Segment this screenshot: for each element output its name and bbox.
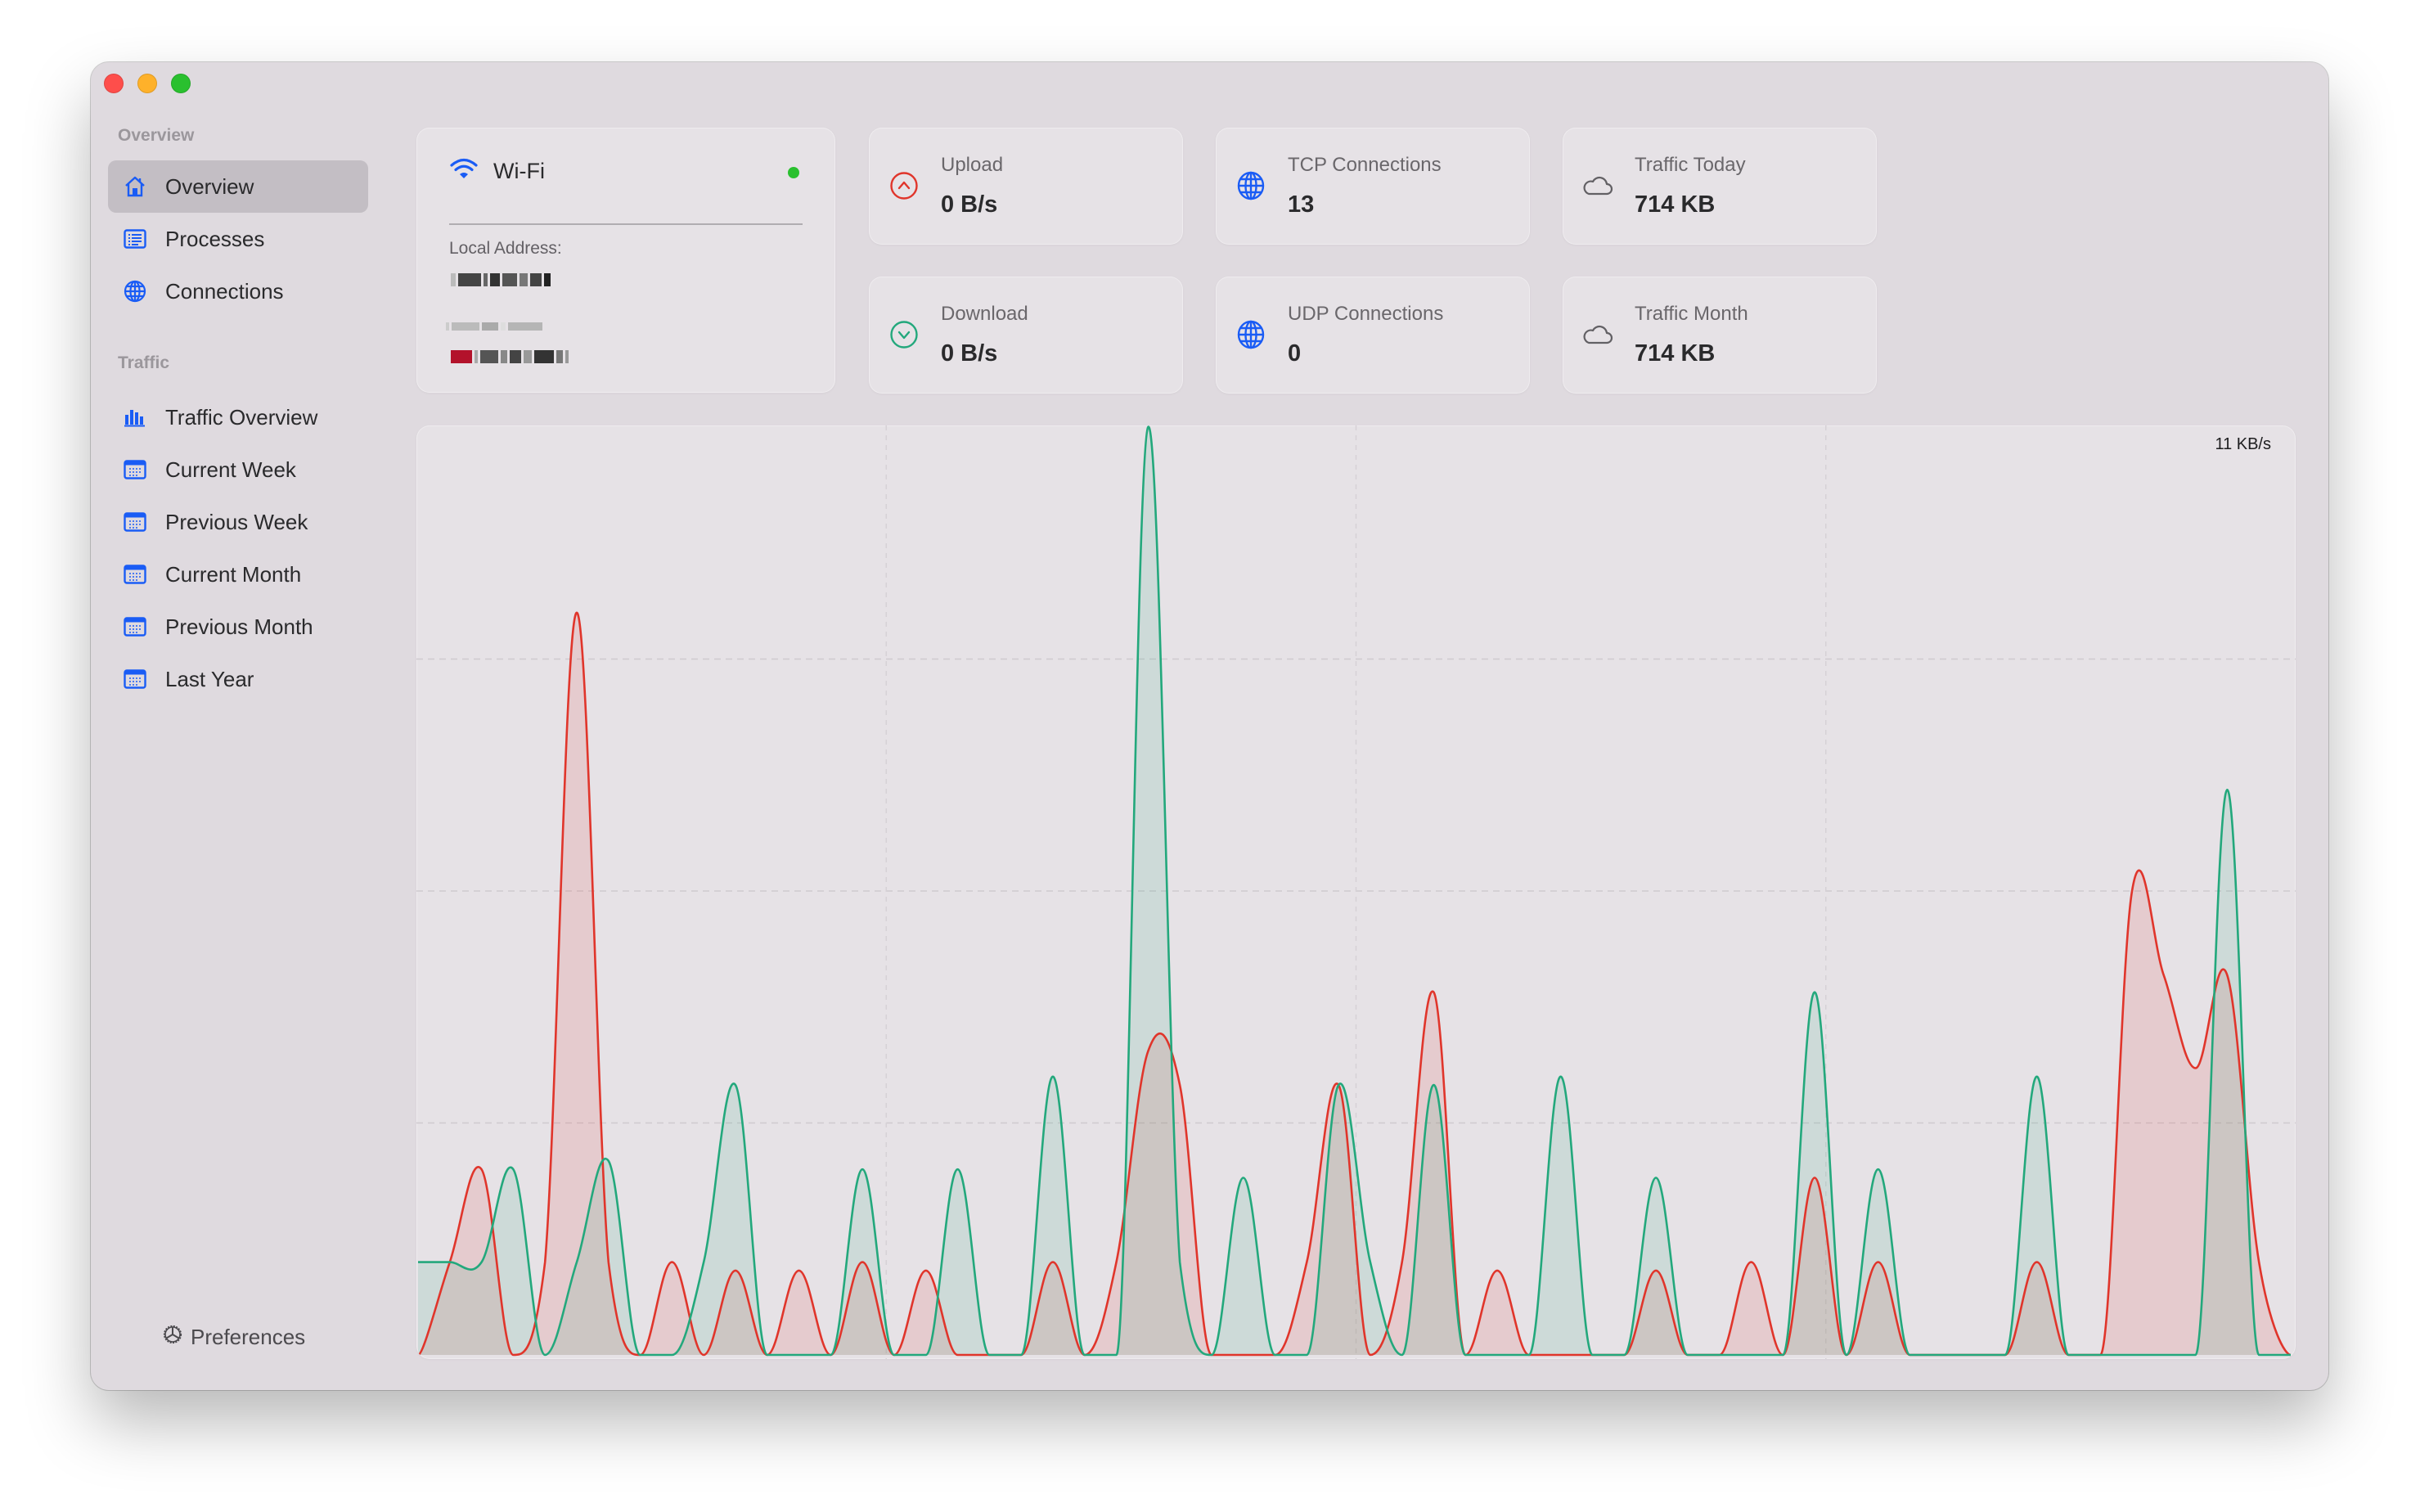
sidebar-item-label: Current Month [165,561,302,587]
arrow-down-circle-icon [888,319,920,350]
calendar-icon [123,614,147,639]
preferences-button[interactable]: Preferences [161,1323,305,1352]
connection-status-indicator [788,167,799,178]
app-window: Overview Overview Processes Connections … [91,62,2328,1390]
interface-name: Wi-Fi [493,159,545,183]
calendar-icon [123,457,147,482]
traffic-month-title: Traffic Month [1635,303,1748,325]
upload-value: 0 B/s [941,191,998,218]
globe-icon [1235,319,1266,350]
sidebar-item-previous-week[interactable]: Previous Week [108,496,368,548]
sidebar-item-last-year[interactable]: Last Year [108,653,368,705]
download-title: Download [941,303,1028,325]
sidebar-section-traffic: Traffic [118,353,170,372]
sidebar-item-label: Traffic Overview [165,404,318,430]
arrow-up-circle-icon [888,170,920,201]
udp-connections-title: UDP Connections [1288,303,1444,325]
sidebar-item-current-week[interactable]: Current Week [108,443,368,496]
sidebar-item-label: Current Week [165,457,296,482]
interface-card: Wi-Fi Local Address: [416,128,835,393]
traffic-chart-svg [416,425,2296,1359]
sidebar: Overview Overview Processes Connections … [91,62,394,1390]
sidebar-item-label: Last Year [165,666,254,691]
tcp-connections-card: TCP Connections 13 [1216,128,1530,245]
sidebar-item-traffic-overview[interactable]: Traffic Overview [108,391,368,443]
traffic-month-card: Traffic Month 714 KB [1563,277,1877,394]
list-icon [123,227,147,251]
sidebar-item-connections[interactable]: Connections [108,265,368,317]
tcp-connections-title: TCP Connections [1288,154,1442,176]
local-address-value-redacted [451,273,551,286]
traffic-today-value: 714 KB [1635,191,1716,218]
calendar-icon [123,667,147,691]
sidebar-item-previous-month[interactable]: Previous Month [108,601,368,653]
gear-icon [161,1323,184,1352]
preferences-label: Preferences [191,1325,306,1349]
calendar-icon [123,510,147,534]
traffic-today-card: Traffic Today 714 KB [1563,128,1877,245]
wifi-icon [449,157,479,186]
secondary-label-redacted [446,322,542,331]
traffic-month-value: 714 KB [1635,340,1716,367]
sidebar-item-processes[interactable]: Processes [108,213,368,265]
sidebar-section-overview: Overview [118,126,195,145]
upload-card: Upload 0 B/s [869,128,1183,245]
tcp-connections-value: 13 [1288,191,1315,218]
sidebar-item-overview[interactable]: Overview [108,160,368,213]
chart-max-label: 11 KB/s [2215,435,2271,453]
calendar-icon [123,562,147,587]
globe-icon [1235,170,1266,201]
divider [449,223,803,225]
sidebar-item-label: Overview [165,173,254,199]
udp-connections-value: 0 [1288,340,1302,367]
bar-chart-icon [123,405,147,430]
sidebar-item-label: Previous Month [165,614,313,639]
cloud-icon [1582,319,1613,350]
upload-title: Upload [941,154,1004,176]
secondary-address-value-redacted [451,350,569,363]
cloud-icon [1582,170,1613,201]
sidebar-item-current-month[interactable]: Current Month [108,548,368,601]
local-address-label: Local Address: [449,239,562,258]
traffic-chart: 11 KB/s [416,425,2296,1359]
sidebar-item-label: Processes [165,226,265,251]
download-value: 0 B/s [941,340,998,367]
sidebar-item-label: Previous Week [165,509,308,534]
traffic-today-title: Traffic Today [1635,154,1746,176]
house-icon [123,174,147,199]
sidebar-item-label: Connections [165,278,284,304]
udp-connections-card: UDP Connections 0 [1216,277,1530,394]
globe-icon [123,279,147,304]
download-card: Download 0 B/s [869,277,1183,394]
